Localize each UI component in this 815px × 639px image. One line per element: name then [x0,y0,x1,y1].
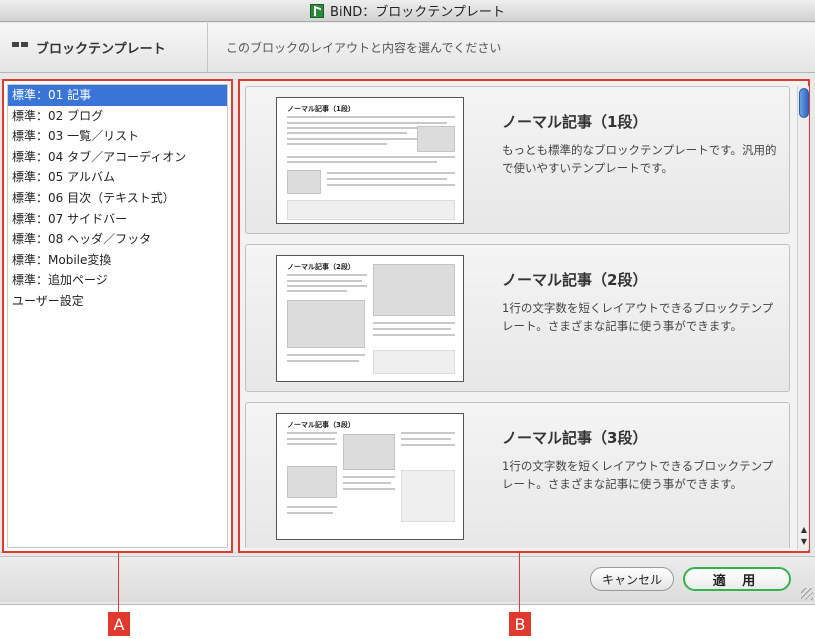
template-card[interactable]: ノーマル記事（2段） ノーマル記事（2段） 1行の文字数を短くレイアウトできるブ… [245,244,790,392]
category-item[interactable]: 標準：03 一覧／リスト [8,126,227,147]
callout-line-a [118,553,119,617]
title-bar: BiND：ブロックテンプレート [0,0,815,22]
template-thumbnail: ノーマル記事（1段） [276,97,464,224]
thumbnail-title: ノーマル記事（1段） [287,105,355,113]
bottom-button-bar: キャンセル 適 用 [0,556,815,602]
category-panel-highlight: 標準：01 記事 標準：02 ブログ 標準：03 一覧／リスト 標準：04 タブ… [2,79,233,553]
template-description: 1行の文字数を短くレイアウトできるブロックテンプレート。さまざまな記事に使う事が… [502,301,774,333]
category-list[interactable]: 標準：01 記事 標準：02 ブログ 標準：03 一覧／リスト 標準：04 タブ… [7,84,228,548]
cancel-button[interactable]: キャンセル [590,567,674,591]
block-template-window: BiND：ブロックテンプレート ブロックテンプレート このブロックのレイアウトと… [0,0,815,605]
scroll-down-arrow-icon[interactable]: ▼ [798,536,810,548]
category-item[interactable]: ユーザー設定 [8,291,227,312]
grid-icon [12,41,28,54]
template-description: もっとも標準的なブロックテンプレートです。汎用的で使いやすいテンプレートです。 [502,143,777,175]
category-item[interactable]: 標準：01 記事 [8,85,227,106]
thumbnail-title: ノーマル記事（2段） [287,263,355,271]
category-item[interactable]: 標準：追加ページ [8,270,227,291]
scroll-up-arrow-icon[interactable]: ▲ [798,524,810,536]
instruction-text: このブロックのレイアウトと内容を選んでください [226,41,502,55]
callout-label-b: B [509,612,531,636]
template-list: ノーマル記事（1段） ノーマル記事（1段） もっとも標準的なブロックテンプレート… [245,86,790,548]
category-item[interactable]: 標準：06 目次（テキスト式） [8,188,227,209]
category-item[interactable]: 標準：02 ブログ [8,106,227,127]
category-item[interactable]: 標準：04 タブ／アコーディオン [8,147,227,168]
template-title: ノーマル記事（1段） [502,113,648,131]
bind-app-icon [310,3,325,18]
template-thumbnail: ノーマル記事（3段） [276,413,464,540]
callout-label-a: A [108,612,130,636]
template-card[interactable]: ノーマル記事（1段） ノーマル記事（1段） もっとも標準的なブロックテンプレート… [245,86,790,234]
toolbar: ブロックテンプレート このブロックのレイアウトと内容を選んでください [0,23,815,73]
template-description: 1行の文字数を短くレイアウトできるブロックテンプレート。さまざまな記事に使う事が… [502,459,774,491]
apply-button[interactable]: 適 用 [683,567,791,591]
category-item[interactable]: 標準：07 サイドバー [8,209,227,230]
category-item[interactable]: 標準：Mobile変換 [8,250,227,271]
thumbnail-title: ノーマル記事（3段） [287,421,355,429]
template-thumbnail: ノーマル記事（2段） [276,255,464,382]
template-scrollbar[interactable]: ▲ ▼ [797,86,809,550]
window-title: BiND：ブロックテンプレート [330,5,505,20]
category-item[interactable]: 標準：05 アルバム [8,167,227,188]
category-item[interactable]: 標準：08 ヘッダ／フッタ [8,229,227,250]
toolbar-section: ブロックテンプレート [0,23,208,72]
callout-line-b [519,553,520,617]
template-card[interactable]: ノーマル記事（3段） ノーマル記事（3段） 1行の文字数を短くレイアウトできるブ… [245,402,790,548]
template-title: ノーマル記事（2段） [502,271,648,289]
section-title: ブロックテンプレート [36,42,166,57]
resize-grip-icon[interactable] [801,588,813,600]
scroll-thumb[interactable] [799,88,809,118]
template-title: ノーマル記事（3段） [502,429,648,447]
template-panel-highlight: ノーマル記事（1段） ノーマル記事（1段） もっとも標準的なブロックテンプレート… [238,79,810,553]
